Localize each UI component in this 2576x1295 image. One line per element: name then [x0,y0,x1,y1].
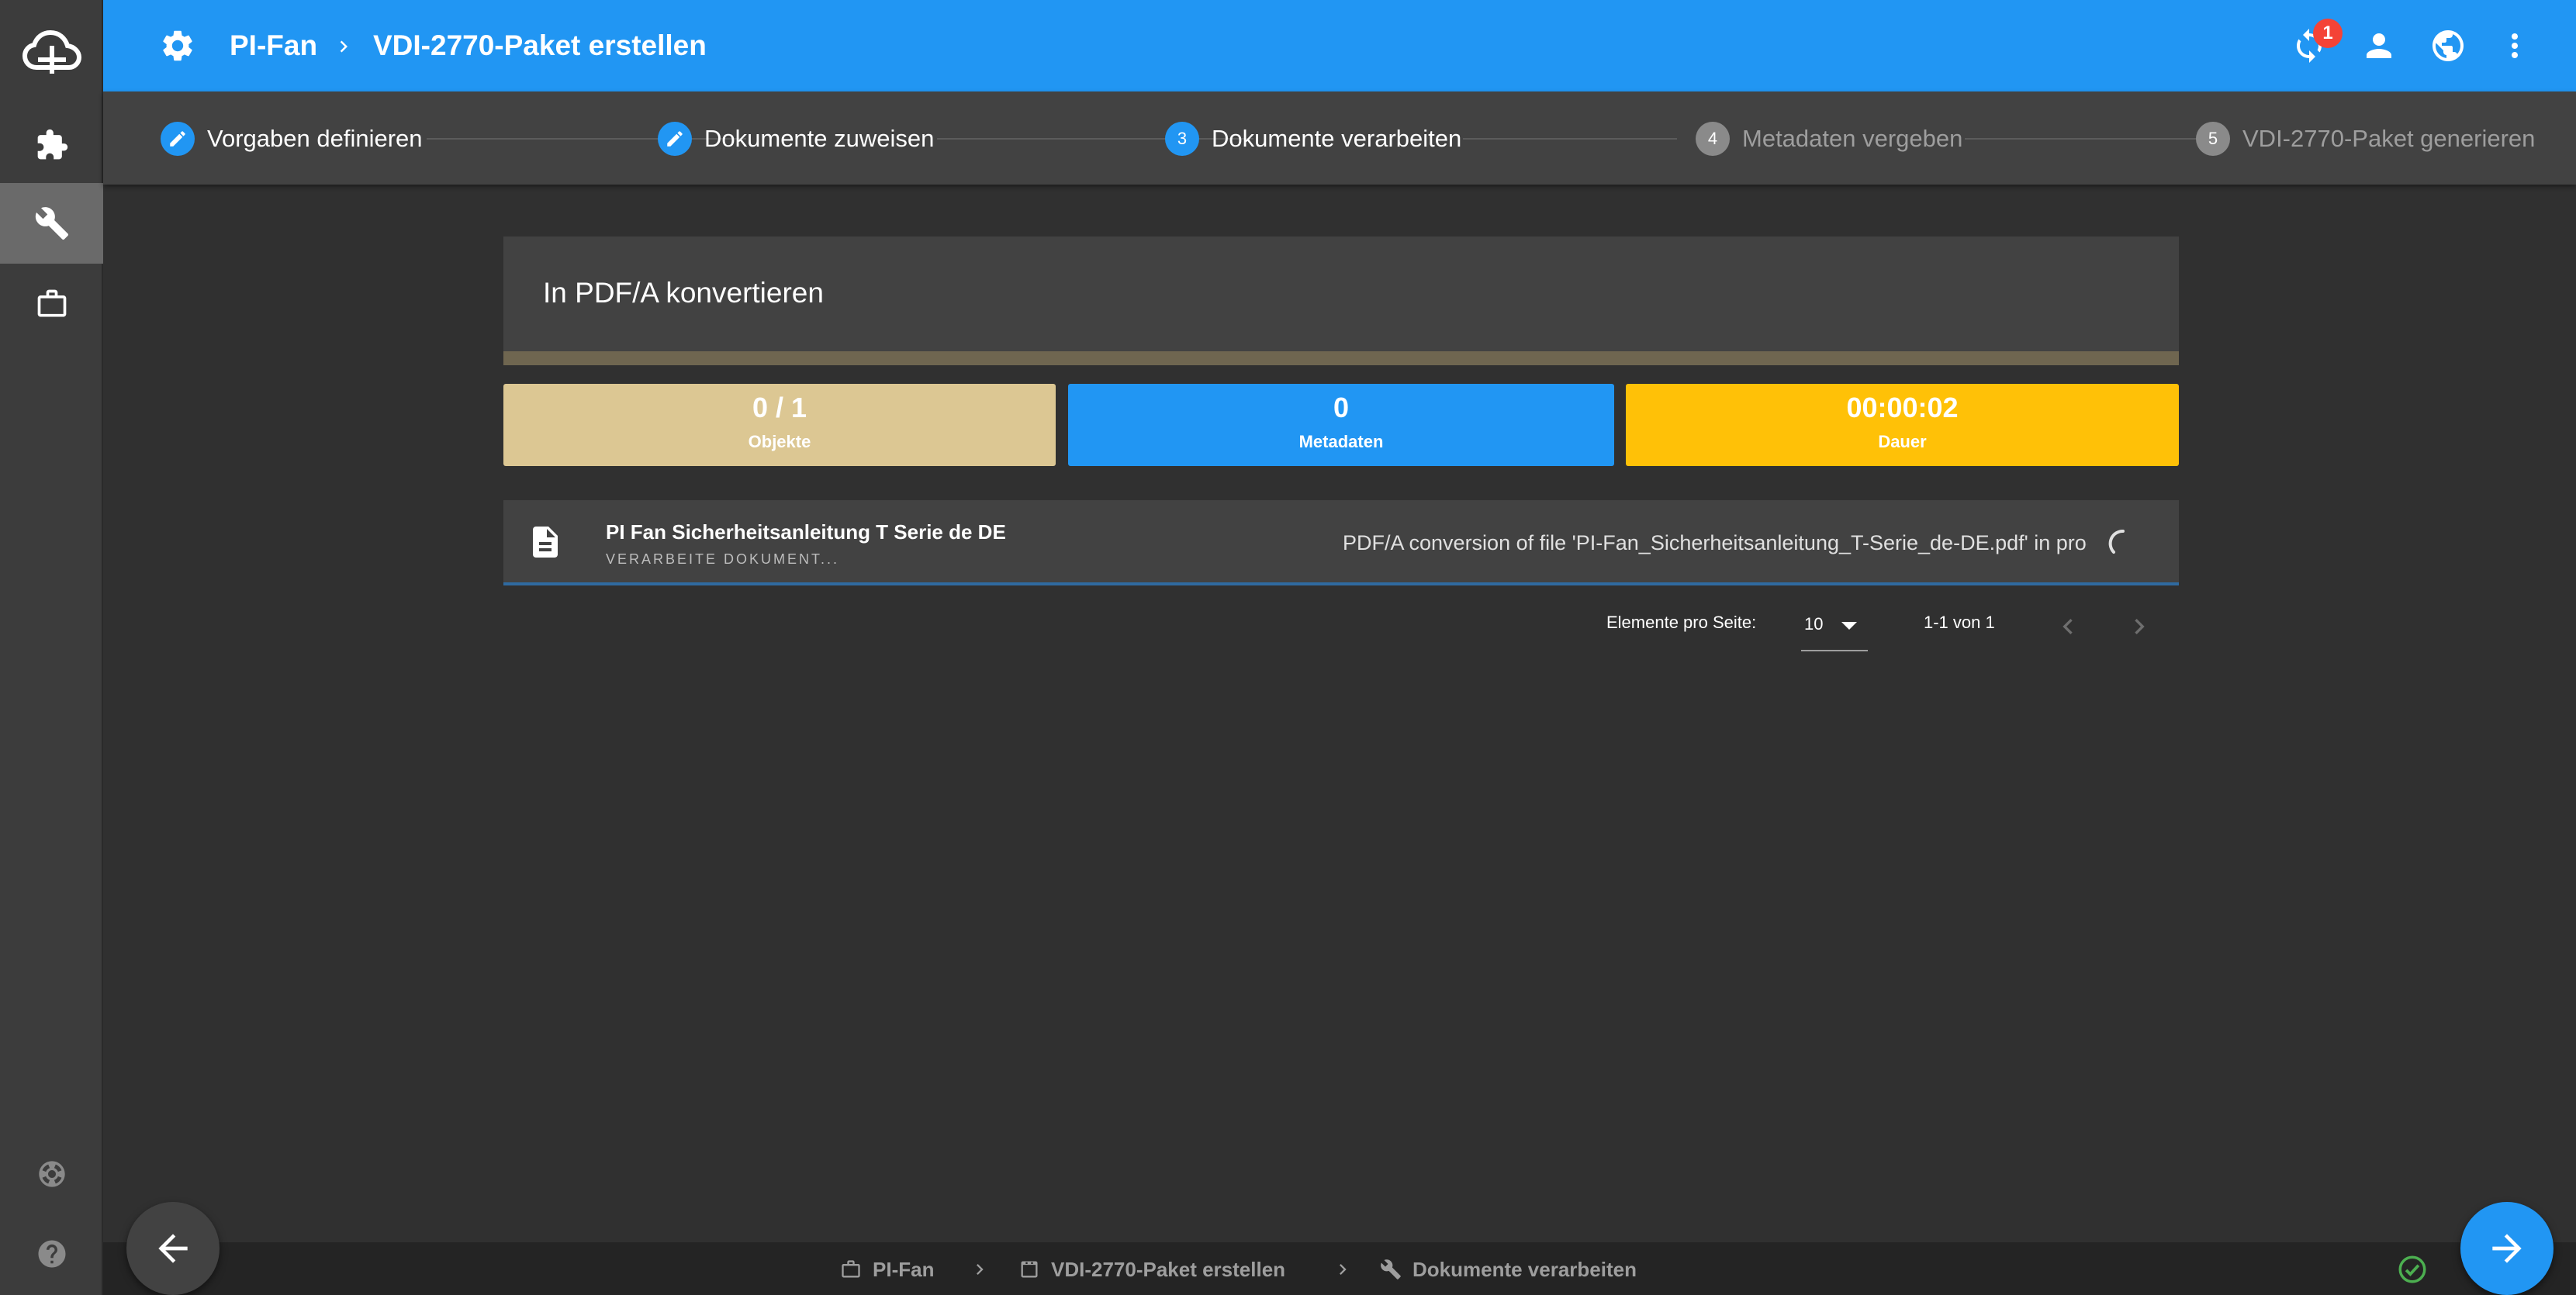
page-range: 1-1 von 1 [1924,613,1995,632]
back-button[interactable] [126,1202,220,1295]
chevron-right-icon [977,1264,984,1275]
stat-value: 00:00:02 [1846,392,1959,423]
stat-objects: 0 / 1 Objekte [503,384,1056,466]
document-icon [533,527,558,558]
footer-crumb-label: Dokumente verarbeiten [1412,1257,1637,1281]
chevron-right-icon [1340,1264,1347,1275]
step-label: VDI-2770-Paket generieren [2242,125,2536,152]
chevron-left-icon[interactable] [2052,611,2083,642]
footer-crumb-label: VDI-2770-Paket erstellen [1051,1257,1286,1281]
items-per-page-label: Elemente pro Seite: [1606,613,1757,632]
footer-crumb-package[interactable]: VDI-2770-Paket erstellen [1018,1258,1285,1281]
page-title: VDI-2770-Paket erstellen [373,29,707,61]
sidebar-item-help[interactable] [0,1214,103,1294]
step-label: Metadaten vergeben [1742,125,1963,152]
pencil-icon [161,122,195,156]
footer-crumb-label: PI-Fan [873,1257,935,1281]
chevron-right-icon[interactable] [2124,611,2155,642]
puzzle-icon [37,129,67,160]
step-number: 4 [1696,122,1730,156]
cloud-logo-icon[interactable] [0,0,103,103]
notification-badge: 1 [2313,19,2343,48]
wrench-icon [35,207,68,240]
sidebar-item-plugins[interactable] [0,105,103,185]
briefcase-icon [842,1260,860,1278]
stat-value: 0 [1333,392,1350,423]
step-label: Dokumente zuweisen [704,125,935,152]
top-app-bar: PI-Fan VDI-2770-Paket erstellen 1 [103,0,2576,92]
lifebuoy-icon [38,1161,65,1187]
pencil-icon [658,122,692,156]
next-button[interactable] [2460,1202,2554,1295]
step-vorgaben[interactable]: Vorgaben definieren [161,121,423,157]
stat-label: Objekte [748,432,811,451]
stat-label: Metadaten [1298,432,1384,451]
arrow-right-icon [2492,1234,2522,1263]
stat-label: Dauer [1878,432,1927,451]
step-label: Dokumente verarbeiten [1212,125,1462,152]
step-verarbeiten[interactable]: 3 Dokumente verarbeiten [1165,121,1461,157]
page-size-value: 10 [1804,614,1824,634]
loading-spinner-icon [2108,529,2125,554]
gear-icon[interactable] [159,27,196,64]
bottom-breadcrumb-bar: PI-Fan VDI-2770-Paket erstellen Dokument… [103,1242,2576,1295]
document-name: PI Fan Sicherheitsanleitung T Serie de D… [606,520,1006,544]
card-title: In PDF/A konvertieren [543,277,824,309]
arrow-left-icon [158,1234,188,1263]
stat-metadata: 0 Metadaten [1068,384,1614,466]
list-item[interactable]: PI Fan Sicherheitsanleitung T Serie de D… [503,500,2179,585]
more-vert-icon[interactable] [2496,27,2533,64]
step-label: Vorgaben definieren [207,125,423,152]
card-header: In PDF/A konvertieren [503,237,2179,365]
help-icon [38,1240,65,1268]
step-connector [1463,138,1677,140]
step-number: 3 [1165,122,1199,156]
document-message: PDF/A conversion of file 'PI-Fan_Sicherh… [1343,531,2087,554]
sidebar-item-packages[interactable] [0,264,103,344]
sidebar-item-support[interactable] [0,1134,103,1214]
caret-down-icon [1841,622,1857,630]
breadcrumb-project[interactable]: PI-Fan [230,0,317,92]
globe-icon[interactable] [2429,27,2467,64]
step-number: 5 [2196,122,2230,156]
page-size-select[interactable]: 10 [1801,605,1868,651]
account-icon[interactable] [2360,27,2398,64]
wrench-icon [1381,1259,1401,1279]
footer-crumb-project[interactable]: PI-Fan [840,1258,934,1281]
progress-bar [503,351,2179,365]
step-zuweisen[interactable]: Dokumente zuweisen [658,121,934,157]
document-status: VERARBEITE DOKUMENT... [606,551,840,567]
footer-crumb-step: Dokumente verarbeiten [1380,1258,1637,1281]
stat-value: 0 / 1 [752,392,807,423]
stepper: Vorgaben definieren Dokumente zuweisen 3… [103,92,2576,185]
check-circle-icon [2398,1255,2426,1283]
stat-duration: 00:00:02 Dauer [1626,384,2179,466]
briefcase-icon [37,289,66,317]
step-generieren[interactable]: 5 VDI-2770-Paket generieren [2196,121,2535,157]
sidebar [0,0,103,1295]
sidebar-item-tools[interactable] [0,183,103,264]
chevron-right-icon [340,40,348,53]
step-connector [1965,138,2206,140]
step-metadaten[interactable]: 4 Metadaten vergeben [1696,121,1962,157]
package-icon [1021,1261,1038,1278]
